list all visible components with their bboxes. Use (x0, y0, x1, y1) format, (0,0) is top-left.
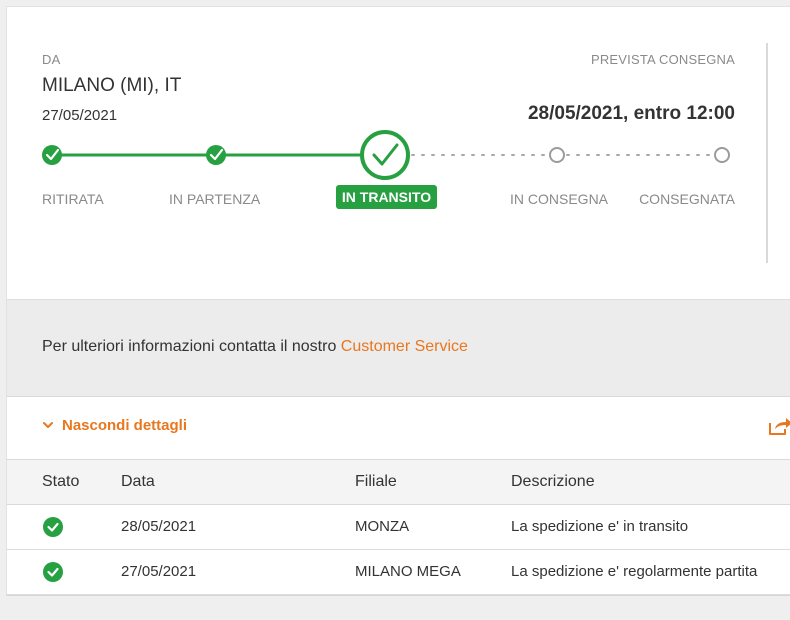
step-in-transito-check-icon (360, 130, 410, 180)
status-check-icon (43, 562, 63, 586)
chevron-down-icon (42, 417, 54, 434)
shipment-card: DA MILANO (MI), IT 27/05/2021 PREVISTA C… (6, 6, 790, 596)
step-in-partenza-check-icon (206, 145, 226, 165)
info-message: Per ulteriori informazioni contatta il n… (42, 338, 341, 355)
col-header-filiale: Filiale (355, 473, 397, 490)
table-header: Stato Data Filiale Descrizione (7, 459, 790, 505)
step-label-in-transito: IN TRANSITO (336, 185, 437, 209)
row-description: La spedizione e' regolarmente partita (511, 563, 758, 580)
progress-stepper (42, 130, 730, 180)
hide-details-toggle[interactable]: Nascondi dettagli (42, 417, 187, 434)
row-date: 27/05/2021 (121, 563, 197, 580)
step-ritirata-check-icon (42, 145, 62, 165)
step-label-in-partenza: IN PARTENZA (169, 191, 261, 207)
step-consegnata-circle-icon (714, 147, 730, 163)
status-check-icon (43, 517, 63, 541)
step-in-consegna-circle-icon (549, 147, 565, 163)
row-branch: MILANO MEGA (355, 563, 461, 580)
col-header-stato: Stato (42, 473, 80, 490)
step-label-consegnata: CONSEGNATA (639, 191, 735, 207)
customer-service-link[interactable]: Customer Service (341, 338, 468, 355)
row-branch: MONZA (355, 518, 410, 535)
tracking-table: Stato Data Filiale Descrizione 28/05/202… (7, 459, 790, 595)
share-icon[interactable] (767, 415, 790, 442)
step-label-ritirata: RITIRATA (42, 191, 104, 207)
table-row: 28/05/2021 MONZA La spedizione e' in tra… (7, 505, 790, 550)
hide-details-label: Nascondi dettagli (62, 417, 188, 434)
info-text: Per ulteriori informazioni contatta il n… (42, 338, 468, 356)
col-header-descrizione: Descrizione (511, 473, 595, 490)
col-header-data: Data (121, 473, 155, 490)
row-description: La spedizione e' in transito (511, 518, 689, 535)
table-row: 27/05/2021 MILANO MEGA La spedizione e' … (7, 550, 790, 595)
info-band: Per ulteriori informazioni contatta il n… (7, 299, 790, 397)
row-date: 28/05/2021 (121, 518, 197, 535)
step-label-in-consegna: IN CONSEGNA (510, 191, 609, 207)
